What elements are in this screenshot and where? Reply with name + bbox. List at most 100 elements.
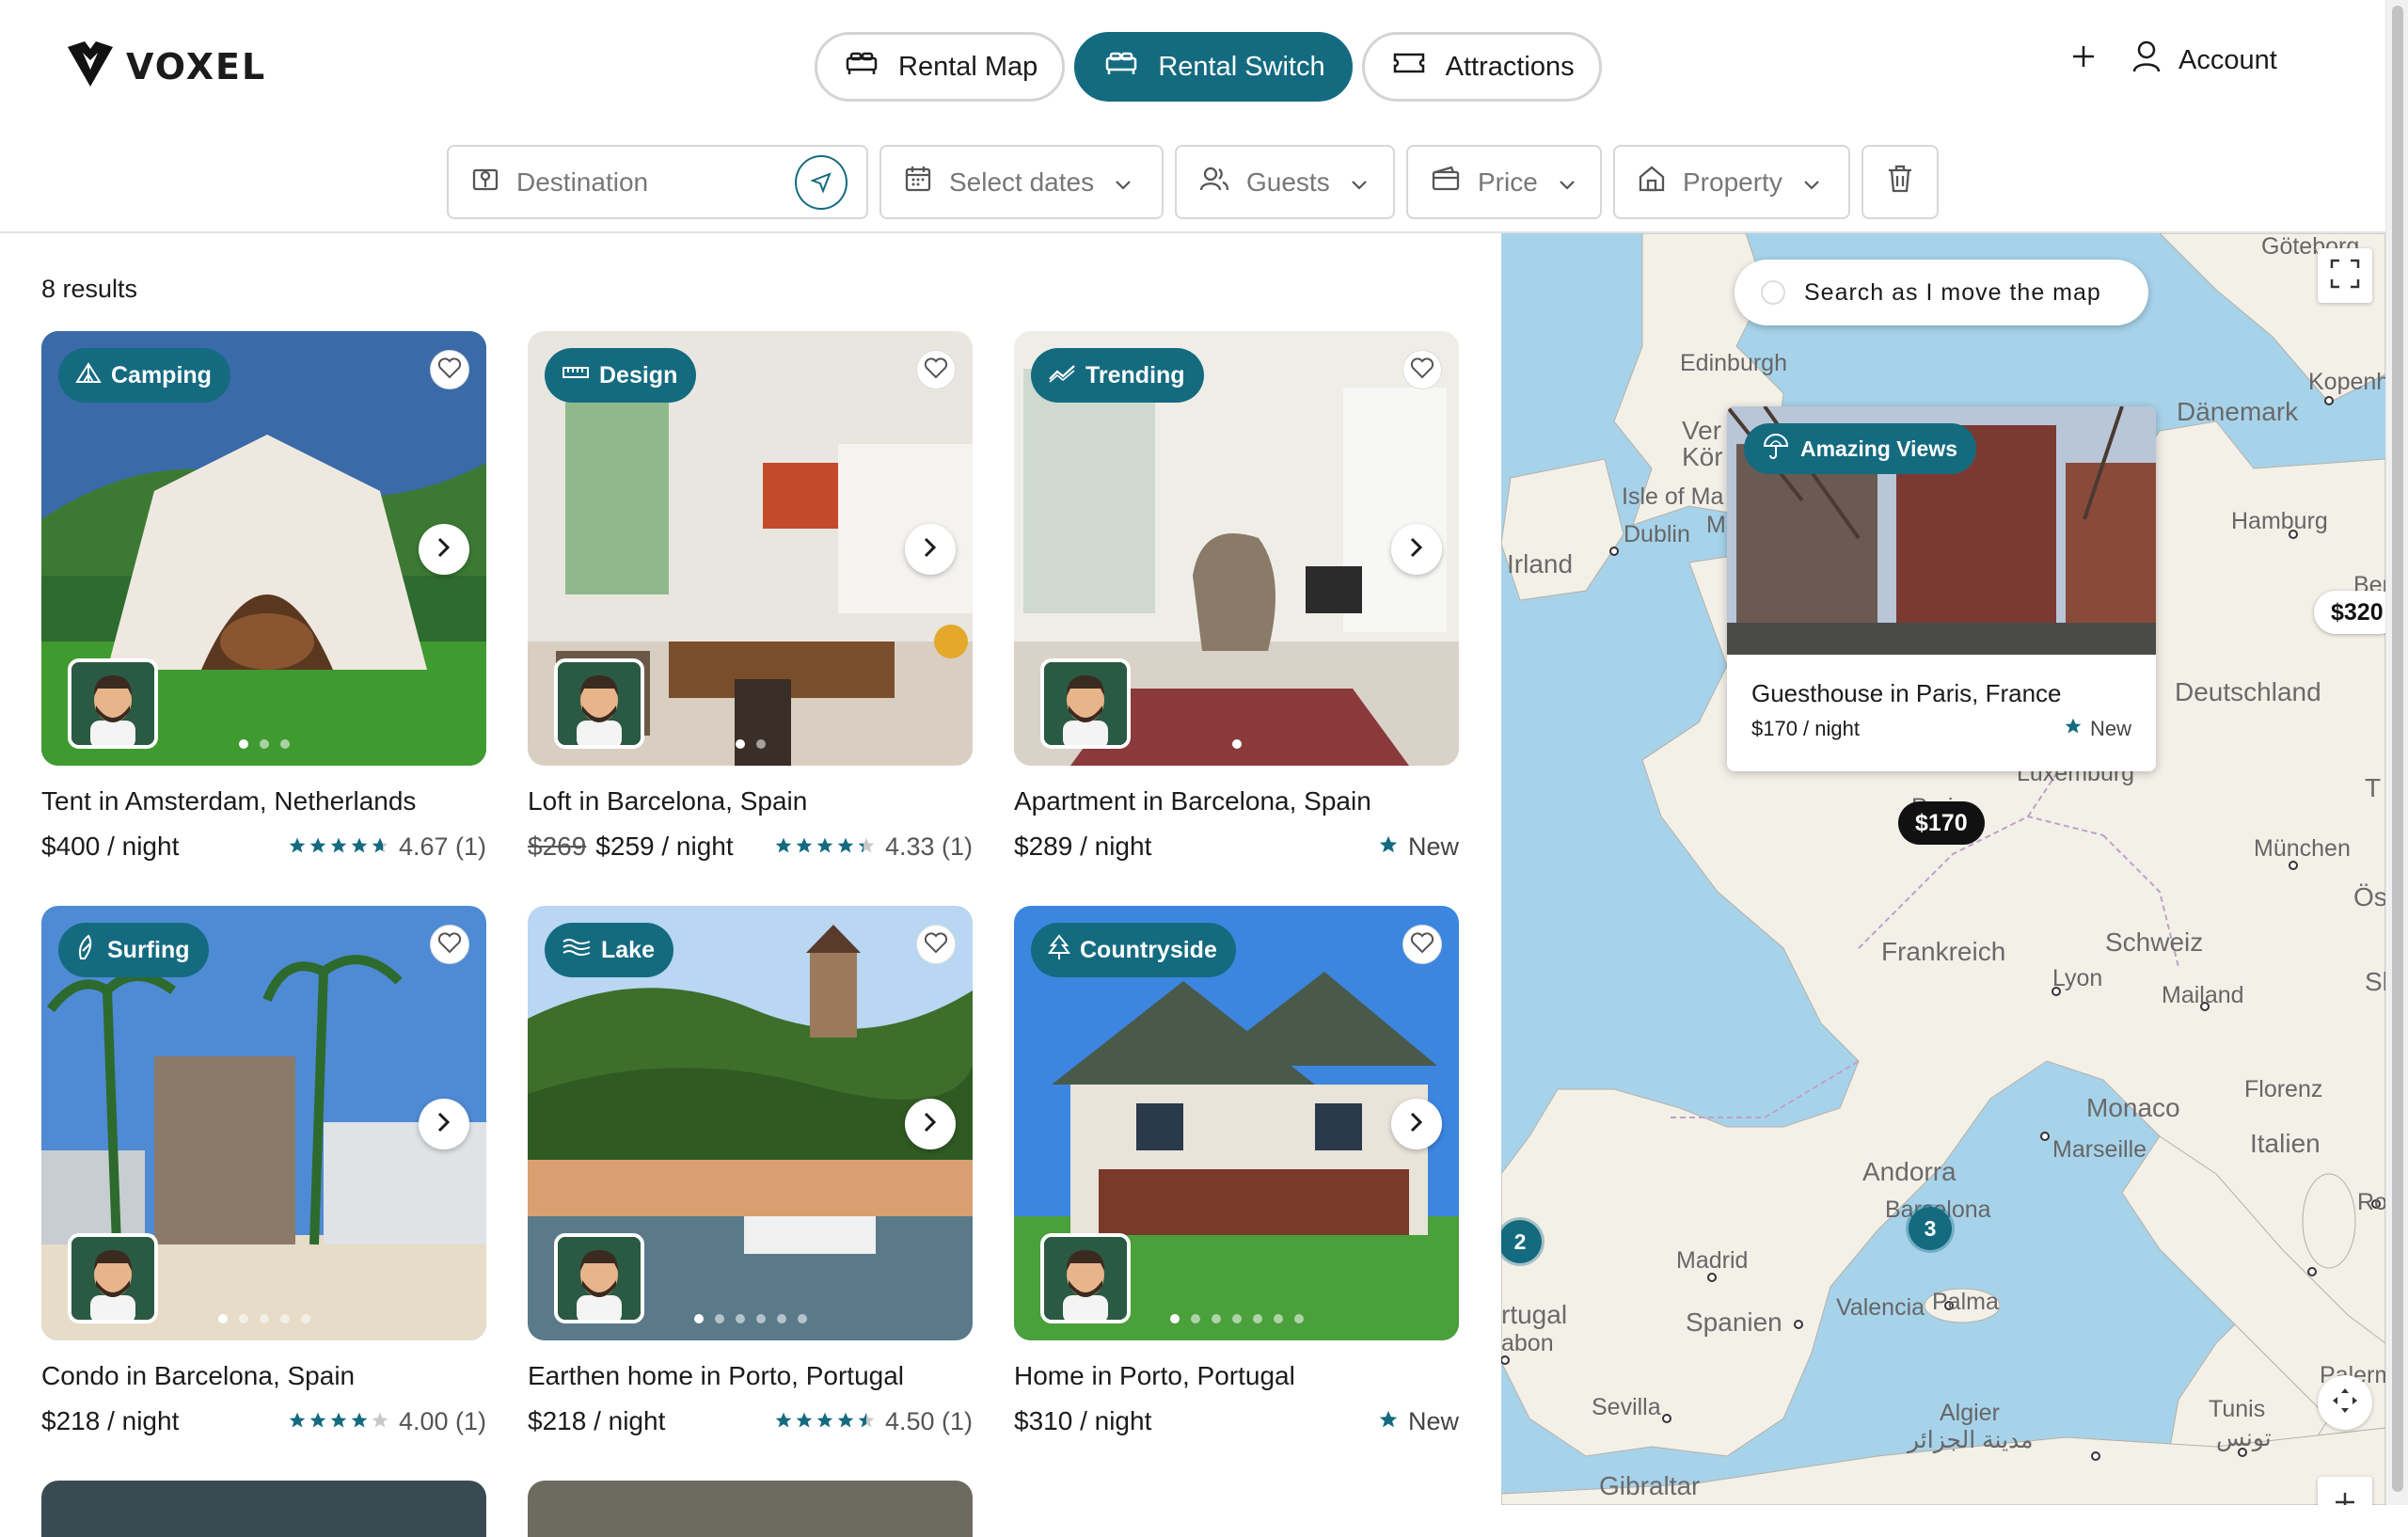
listing-card[interactable] — [41, 1481, 486, 1537]
photo-dot[interactable] — [217, 1314, 228, 1323]
host-avatar[interactable] — [554, 1233, 644, 1323]
listing-card[interactable]: Surfing Condo in Barcelona, Spain $218 /… — [41, 906, 486, 1481]
photo-dots — [1014, 1314, 1459, 1323]
host-avatar[interactable] — [68, 658, 158, 749]
photo-dot[interactable] — [735, 739, 745, 749]
listing-photo[interactable]: Lake — [528, 906, 973, 1340]
star-rating — [288, 1407, 389, 1436]
price-dropdown[interactable]: Price — [1406, 145, 1602, 219]
listing-photo[interactable]: Countryside — [1014, 906, 1459, 1340]
map-cluster[interactable]: 3 — [1906, 1204, 1955, 1253]
recenter-button[interactable] — [2318, 1375, 2372, 1430]
map-label: Algier — [1940, 1400, 2000, 1426]
brand-logo[interactable]: VOXEL — [64, 38, 266, 95]
host-avatar[interactable] — [1040, 658, 1131, 749]
listing-title[interactable]: Apartment in Barcelona, Spain — [1014, 786, 1459, 816]
listing-card[interactable]: Camping Tent in Amsterdam, Netherlands $… — [41, 331, 486, 906]
listing-card[interactable] — [528, 1481, 973, 1537]
listing-card[interactable]: Design Loft in Barcelona, Spain $269 $259… — [528, 331, 973, 906]
listing-photo[interactable] — [41, 1481, 486, 1537]
favorite-button[interactable] — [430, 925, 469, 964]
search-as-move-toggle[interactable]: Search as I move the map — [1735, 260, 2148, 325]
tab-rental-switch[interactable]: Rental Switch — [1074, 32, 1353, 102]
toggle-checkbox[interactable] — [1761, 280, 1785, 305]
zoom-in-button[interactable] — [2318, 1477, 2372, 1505]
photo-dot[interactable] — [1211, 1314, 1221, 1323]
listing-title[interactable]: Loft in Barcelona, Spain — [528, 786, 973, 816]
next-photo-button[interactable] — [419, 1099, 469, 1149]
photo-dot[interactable] — [300, 1314, 310, 1323]
listing-photo[interactable]: Surfing — [41, 906, 486, 1340]
listing-title[interactable]: Earthen home in Porto, Portugal — [528, 1361, 973, 1391]
listing-card[interactable]: Countryside Home in Porto, Portugal $310… — [1014, 906, 1459, 1481]
host-avatar[interactable] — [68, 1233, 158, 1323]
star-icon — [288, 1407, 307, 1436]
price-pin[interactable]: $320 — [2314, 591, 2385, 634]
host-avatar[interactable] — [554, 658, 644, 749]
favorite-button[interactable] — [1402, 925, 1442, 964]
photo-dot[interactable] — [1252, 1314, 1262, 1323]
category-tag: Countryside — [1031, 923, 1236, 977]
favorite-button[interactable] — [916, 925, 956, 964]
next-photo-button[interactable] — [1391, 1099, 1442, 1149]
destination-field[interactable]: Destination — [447, 145, 868, 219]
listing-popup[interactable]: Amazing Views Guesthouse in Paris, Franc… — [1727, 406, 2156, 771]
account-button[interactable]: Account — [2131, 40, 2277, 81]
next-photo-button[interactable] — [419, 524, 469, 575]
scrollbar-thumb[interactable] — [2392, 6, 2403, 1492]
photo-dot[interactable] — [238, 1314, 248, 1323]
fullscreen-button[interactable] — [2318, 248, 2372, 303]
next-photo-button[interactable] — [905, 524, 956, 575]
next-photo-button[interactable] — [905, 1099, 956, 1149]
guests-dropdown[interactable]: Guests — [1175, 145, 1395, 219]
tab-attractions[interactable]: Attractions — [1361, 32, 1602, 102]
listing-title[interactable]: Home in Porto, Portugal — [1014, 1361, 1459, 1391]
photo-dot[interactable] — [755, 739, 766, 749]
price-pin[interactable]: $170 — [1898, 801, 1985, 845]
listing-photo[interactable]: Trending — [1014, 331, 1459, 766]
map-panel[interactable]: Göteborg Edinburgh Kopenhage Dänemark Ve… — [1501, 233, 2385, 1505]
photo-dot[interactable] — [735, 1314, 745, 1323]
photo-dot[interactable] — [714, 1314, 724, 1323]
photo-dot[interactable] — [1190, 1314, 1200, 1323]
host-avatar[interactable] — [1040, 1233, 1131, 1323]
photo-dot[interactable] — [797, 1314, 807, 1323]
photo-dot[interactable] — [259, 739, 269, 749]
listing-title[interactable]: Condo in Barcelona, Spain — [41, 1361, 486, 1391]
popup-title[interactable]: Guesthouse in Paris, France — [1751, 679, 2062, 708]
photo-dot[interactable] — [1231, 739, 1242, 749]
listing-card[interactable]: Lake Earthen home in Porto, Portugal $21… — [528, 906, 973, 1481]
favorite-button[interactable] — [1402, 350, 1442, 389]
price-value: $259 / night — [595, 832, 734, 861]
photo-dot[interactable] — [693, 1314, 704, 1323]
listing-photo[interactable]: Design — [528, 331, 973, 766]
photo-dot[interactable] — [1169, 1314, 1180, 1323]
listing-photo[interactable] — [528, 1481, 973, 1537]
photo-dot[interactable] — [1231, 1314, 1242, 1323]
dates-dropdown[interactable]: Select dates — [879, 145, 1164, 219]
photo-dot[interactable] — [238, 739, 248, 749]
listing-card[interactable]: Trending Apartment in Barcelona, Spain $… — [1014, 331, 1459, 906]
ruler-icon — [562, 362, 590, 389]
next-photo-button[interactable] — [1391, 524, 1442, 575]
fullscreen-icon — [2329, 258, 2361, 294]
photo-dot[interactable] — [1293, 1314, 1304, 1323]
favorite-button[interactable] — [916, 350, 956, 389]
photo-dot[interactable] — [776, 1314, 786, 1323]
photo-dot[interactable] — [755, 1314, 766, 1323]
chevron-right-icon — [436, 1111, 452, 1138]
photo-dot[interactable] — [279, 1314, 290, 1323]
clear-filters-button[interactable] — [1861, 145, 1939, 219]
plus-icon[interactable] — [2069, 42, 2098, 78]
tab-rental-map[interactable]: Rental Map — [815, 32, 1066, 102]
photo-dot[interactable] — [259, 1314, 269, 1323]
photo-dot[interactable] — [279, 739, 290, 749]
page-scrollbar[interactable] — [2385, 0, 2408, 1505]
photo-dot[interactable] — [1273, 1314, 1283, 1323]
favorite-button[interactable] — [430, 350, 469, 389]
listing-photo[interactable]: Camping — [41, 331, 486, 766]
old-price: $269 — [528, 832, 587, 861]
property-dropdown[interactable]: Property — [1613, 145, 1850, 219]
listing-title[interactable]: Tent in Amsterdam, Netherlands — [41, 786, 486, 816]
locate-me-button[interactable] — [795, 154, 848, 210]
